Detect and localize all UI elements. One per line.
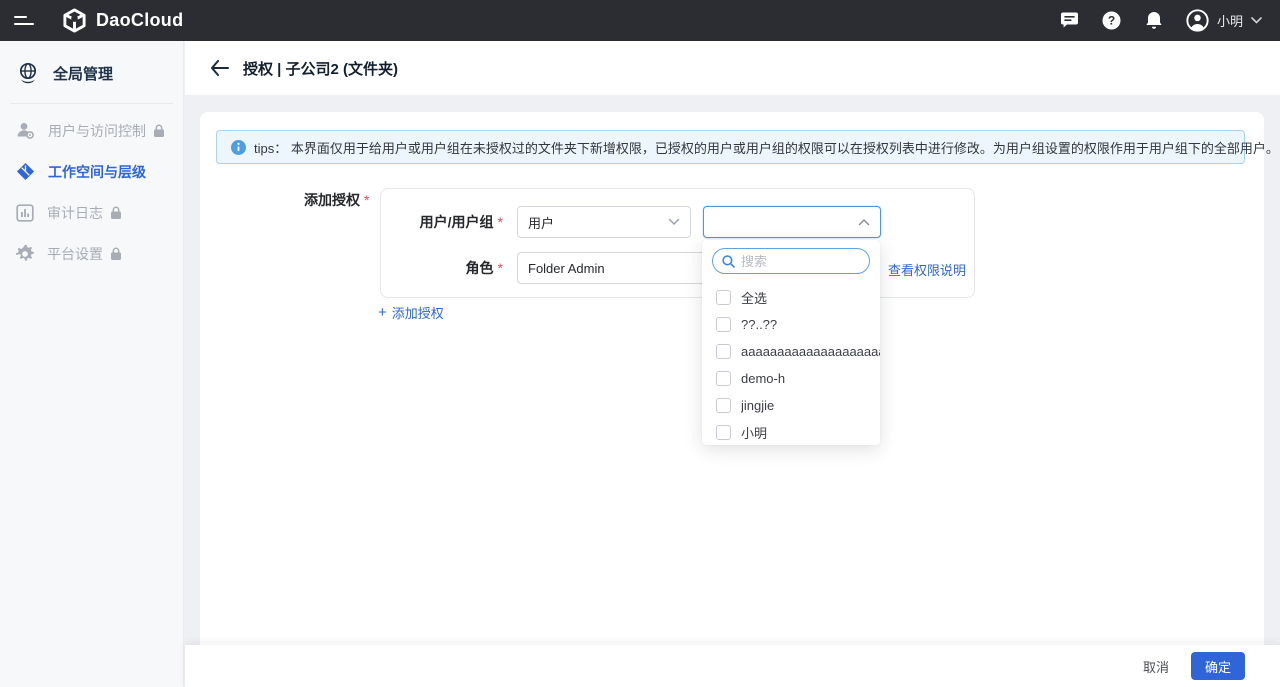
sidebar-item-label: 工作空间与层级 (48, 162, 146, 182)
sidebar-item-workspace-hierarchy[interactable]: 工作空间与层级 (0, 151, 183, 192)
user-menu[interactable]: 小明 (1186, 9, 1262, 32)
checkbox[interactable] (716, 371, 731, 386)
menu-toggle-icon[interactable] (14, 13, 36, 29)
required-marker: * (498, 260, 503, 276)
workspace-diamond-icon (16, 162, 35, 181)
tips-text: tips： 本界面仅用于给用户或用户组在未授权过的文件夹下新增权限，已授权的用户… (254, 138, 1279, 157)
globe-icon (16, 61, 40, 85)
checkbox[interactable] (716, 290, 731, 305)
plus-icon: + (378, 306, 387, 319)
dropdown-search[interactable] (712, 248, 870, 274)
chevron-down-icon (1251, 17, 1262, 24)
brand-name: DaoCloud (96, 10, 183, 31)
dropdown-option[interactable]: jingjie (702, 392, 880, 419)
audit-log-icon (16, 204, 34, 222)
footer-actions: 取消 确定 (185, 645, 1280, 687)
notification-bell-icon[interactable] (1144, 11, 1164, 31)
authorization-group: 用户/用户组* 用户 角色* F (380, 188, 975, 298)
help-icon[interactable]: ? (1102, 11, 1122, 31)
dropdown-option[interactable]: demo-h (702, 365, 880, 392)
message-icon[interactable] (1060, 11, 1080, 31)
dropdown-option-select-all[interactable]: 全选 (702, 284, 880, 311)
checkbox[interactable] (716, 398, 731, 413)
role-label: 角色* (385, 258, 503, 278)
user-type-select[interactable]: 用户 (517, 206, 691, 238)
sidebar-item-label: 平台设置 (47, 244, 103, 264)
page-header: 授权 | 子公司2 (文件夹) (185, 41, 1280, 95)
cancel-button[interactable]: 取消 (1143, 657, 1169, 676)
page-title: 授权 | 子公司2 (文件夹) (243, 58, 398, 79)
dropdown-option[interactable]: aaaaaaaaaaaaaaaaaaaa... (702, 338, 880, 365)
gear-icon (16, 245, 34, 263)
checkbox[interactable] (716, 317, 731, 332)
lock-icon (110, 247, 122, 261)
chevron-up-icon (858, 218, 870, 226)
sidebar-item-label: 用户与访问控制 (48, 121, 146, 141)
sidebar-item-user-access-control[interactable]: 用户与访问控制 (0, 110, 183, 151)
avatar (1186, 9, 1209, 32)
confirm-button[interactable]: 确定 (1191, 652, 1245, 680)
sidebar-header[interactable]: 全局管理 (0, 41, 183, 103)
tips-banner: tips： 本界面仅用于给用户或用户组在未授权过的文件夹下新增权限，已授权的用户… (216, 130, 1245, 164)
required-marker: * (498, 214, 503, 230)
brand-logo[interactable]: DaoCloud (62, 8, 183, 33)
sidebar-item-platform-settings[interactable]: 平台设置 (0, 233, 183, 274)
user-dropdown-panel: 全选 ??..?? aaaaaaaaaaaaaaaaaaaa... demo-h… (702, 240, 880, 445)
svg-text:?: ? (1108, 14, 1115, 28)
back-arrow-icon[interactable] (207, 56, 231, 80)
add-authorization-label: 添加授权 (392, 303, 444, 322)
add-authorization-link[interactable]: + 添加授权 (378, 303, 444, 322)
user-type-value: 用户 (528, 213, 668, 232)
top-navbar: DaoCloud ? (0, 0, 1280, 41)
daocloud-cube-icon (62, 8, 87, 33)
permission-help-link[interactable]: 查看权限说明 (888, 260, 966, 279)
info-icon (231, 140, 246, 155)
search-input[interactable] (741, 254, 841, 269)
lock-icon (110, 206, 122, 220)
checkbox[interactable] (716, 344, 731, 359)
user-group-label: 用户/用户组* (385, 212, 503, 232)
chevron-down-icon (668, 218, 680, 226)
search-icon (722, 255, 735, 268)
user-name: 小明 (1217, 11, 1243, 30)
user-gear-icon (16, 121, 35, 140)
lock-icon (153, 124, 165, 138)
checkbox[interactable] (716, 425, 731, 440)
app-window: DaoCloud ? (0, 0, 1280, 687)
sidebar-item-label: 审计日志 (47, 203, 103, 223)
required-marker: * (364, 192, 369, 208)
dropdown-option[interactable]: 小明 (702, 419, 880, 446)
sidebar-item-audit-log[interactable]: 审计日志 (0, 192, 183, 233)
sidebar: 全局管理 用户与访问控制 (0, 41, 184, 687)
dropdown-option[interactable]: ??..?? (702, 311, 880, 338)
user-multiselect[interactable] (703, 206, 881, 238)
sidebar-title: 全局管理 (53, 63, 113, 84)
sidebar-divider (10, 103, 173, 104)
section-label: 添加授权* (304, 190, 369, 210)
topbar-actions: ? 小明 (1060, 9, 1280, 32)
